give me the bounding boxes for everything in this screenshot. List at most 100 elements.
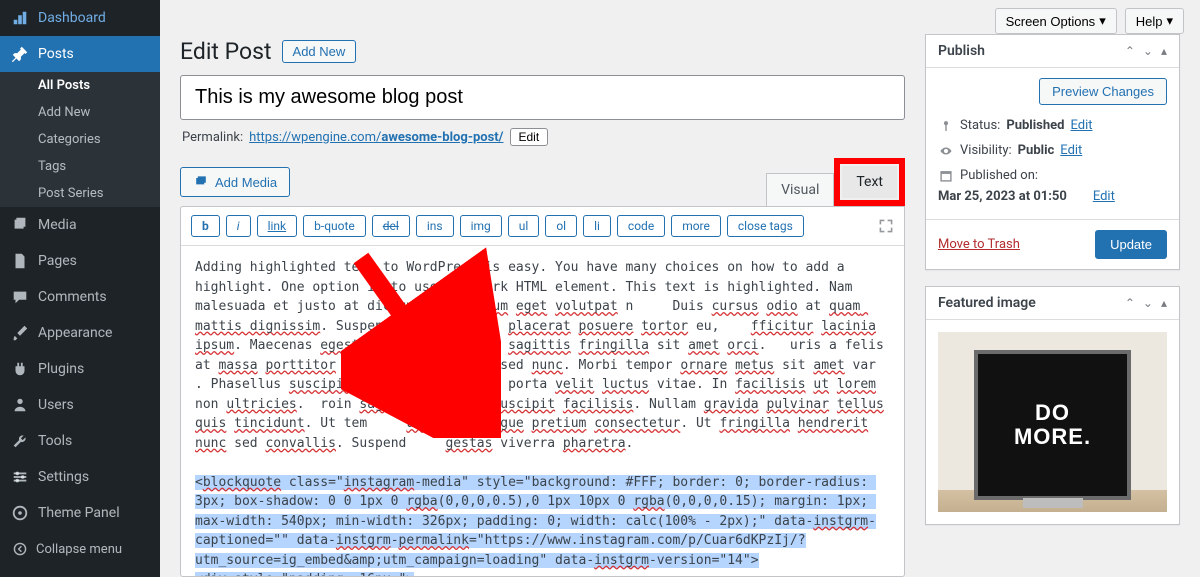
visibility-label: Visibility: — [960, 143, 1012, 158]
featured-image-postbox: Featured image ⌃ ⌄ ▴ DOMORE. — [925, 286, 1180, 525]
sidebar-item-pages[interactable]: Pages — [0, 243, 160, 279]
sidebar-item-tools[interactable]: Tools — [0, 423, 160, 459]
settings-icon — [10, 467, 30, 487]
sidebar-item-dashboard[interactable]: Dashboard — [0, 0, 160, 36]
fullscreen-icon[interactable] — [878, 218, 894, 234]
sidebar-item-comments[interactable]: Comments — [0, 279, 160, 315]
sidebar-label: Comments — [38, 289, 107, 305]
user-icon — [10, 395, 30, 415]
sidebar-subitem-all-posts[interactable]: All Posts — [0, 72, 160, 99]
edit-date-link[interactable]: Edit — [1093, 189, 1115, 204]
text-editor-textarea[interactable]: Adding highlighted text to WordPress is … — [181, 246, 904, 576]
qt-link-button[interactable]: link — [257, 215, 298, 237]
add-new-button[interactable]: Add New — [282, 40, 357, 63]
help-button[interactable]: Help ▾ — [1125, 8, 1184, 34]
permalink-link[interactable]: https://wpengine.com/awesome-blog-post/ — [249, 130, 503, 145]
visibility-value: Public — [1018, 143, 1055, 158]
toggle-icon[interactable]: ▴ — [1161, 44, 1167, 58]
permalink-label: Permalink: — [182, 130, 243, 145]
sidebar-subitem-categories[interactable]: Categories — [0, 126, 160, 153]
chevron-down-icon: ▾ — [1166, 13, 1173, 29]
sidebar-subitem-tags[interactable]: Tags — [0, 153, 160, 180]
calendar-icon — [938, 169, 954, 183]
sidebar-item-posts[interactable]: Posts — [0, 36, 160, 72]
theme-icon — [10, 503, 30, 523]
tool-icon — [10, 431, 30, 451]
tab-text-highlight: Text — [834, 158, 905, 206]
add-media-label: Add Media — [215, 175, 277, 190]
qt-bold-button[interactable]: b — [191, 215, 220, 237]
sidebar-label: Dashboard — [38, 10, 106, 26]
sidebar-item-plugins[interactable]: Plugins — [0, 351, 160, 387]
featured-title: Featured image — [938, 295, 1036, 311]
published-value: Mar 25, 2023 at 01:50 — [938, 189, 1067, 204]
permalink-base: https://wpengine.com/ — [249, 130, 381, 145]
screen-options-button[interactable]: Screen Options ▾ — [995, 8, 1117, 34]
qt-ins-button[interactable]: ins — [416, 215, 454, 237]
qt-italic-button[interactable]: i — [226, 215, 251, 237]
qt-close-button[interactable]: close tags — [727, 215, 804, 237]
qt-bquote-button[interactable]: b-quote — [303, 215, 366, 237]
editor-container: b i link b-quote del ins img ul ol li co… — [180, 206, 905, 577]
permalink-row: Permalink: https://wpengine.com/awesome-… — [180, 120, 905, 154]
sidebar-item-settings[interactable]: Settings — [0, 459, 160, 495]
postbox-handles: ⌃ ⌄ ▴ — [1125, 296, 1167, 310]
postbox-handles: ⌃ ⌄ ▴ — [1125, 44, 1167, 58]
qt-img-button[interactable]: img — [460, 215, 502, 237]
qt-li-button[interactable]: li — [583, 215, 611, 237]
plug-icon — [10, 359, 30, 379]
collapse-icon — [10, 539, 30, 559]
publish-postbox: Publish ⌃ ⌄ ▴ Preview Changes — [925, 34, 1180, 270]
move-up-icon[interactable]: ⌃ — [1125, 44, 1135, 58]
publish-title: Publish — [938, 43, 985, 59]
pin-icon — [10, 44, 30, 64]
qt-more-button[interactable]: more — [671, 215, 721, 237]
collapse-label: Collapse menu — [36, 542, 122, 557]
permalink-slug: awesome-blog-post/ — [381, 130, 503, 145]
sidebar-label: Plugins — [38, 361, 84, 377]
comment-icon — [10, 287, 30, 307]
post-title-input[interactable] — [180, 75, 905, 120]
edit-visibility-link[interactable]: Edit — [1060, 143, 1082, 158]
sidebar-label: Users — [38, 397, 74, 413]
quicktags-toolbar: b i link b-quote del ins img ul ol li co… — [181, 207, 904, 246]
edit-status-link[interactable]: Edit — [1070, 118, 1092, 133]
publish-body: Preview Changes Status: Published Edit V… — [926, 68, 1179, 219]
edit-permalink-button[interactable]: Edit — [510, 128, 549, 146]
move-up-icon[interactable]: ⌃ — [1125, 296, 1135, 310]
sidebar-label: Posts — [38, 46, 74, 62]
sidebar-label: Media — [38, 217, 77, 233]
media-icon — [193, 174, 209, 190]
featured-header: Featured image ⌃ ⌄ ▴ — [926, 287, 1179, 320]
page-title: Edit Post — [180, 38, 272, 65]
sidebar-item-theme-panel[interactable]: Theme Panel — [0, 495, 160, 531]
eye-icon — [938, 144, 954, 158]
tab-text[interactable]: Text — [842, 166, 897, 198]
preview-changes-button[interactable]: Preview Changes — [1039, 78, 1167, 105]
move-to-trash-link[interactable]: Move to Trash — [938, 237, 1020, 252]
qt-code-button[interactable]: code — [617, 215, 665, 237]
tab-visual[interactable]: Visual — [766, 173, 834, 206]
toggle-icon[interactable]: ▴ — [1161, 296, 1167, 310]
sidebar-label: Tools — [38, 433, 72, 449]
featured-image-thumbnail[interactable]: DOMORE. — [938, 332, 1167, 512]
editor-mode-tabs: Visual Text — [766, 158, 905, 206]
media-icon — [10, 215, 30, 235]
qt-ul-button[interactable]: ul — [508, 215, 540, 237]
move-down-icon[interactable]: ⌄ — [1143, 296, 1153, 310]
sidebar-item-users[interactable]: Users — [0, 387, 160, 423]
sidebar-subitem-post-series[interactable]: Post Series — [0, 180, 160, 207]
sidebar-item-appearance[interactable]: Appearance — [0, 315, 160, 351]
sidebar-label: Settings — [38, 469, 89, 485]
move-down-icon[interactable]: ⌄ — [1143, 44, 1153, 58]
sidebar-item-media[interactable]: Media — [0, 207, 160, 243]
qt-ol-button[interactable]: ol — [545, 215, 577, 237]
collapse-menu-button[interactable]: Collapse menu — [0, 531, 160, 567]
featured-image-text: DOMORE. — [1014, 401, 1091, 449]
sidebar-submenu-posts: All Posts Add New Categories Tags Post S… — [0, 72, 160, 207]
page-header: Edit Post Add New — [180, 34, 905, 75]
qt-del-button[interactable]: del — [372, 215, 410, 237]
add-media-button[interactable]: Add Media — [180, 167, 290, 197]
update-button[interactable]: Update — [1095, 230, 1167, 259]
sidebar-subitem-add-new[interactable]: Add New — [0, 99, 160, 126]
